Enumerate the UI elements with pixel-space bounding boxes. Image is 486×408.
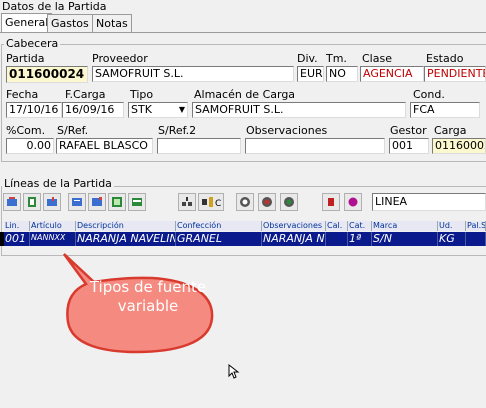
div-field[interactable]: EUR xyxy=(297,66,324,82)
svg-text:C: C xyxy=(215,199,221,208)
cell-lin[interactable]: 001 xyxy=(4,232,30,246)
cell-observaciones[interactable]: NARANJA N xyxy=(262,232,326,246)
col-header-articulo[interactable]: Artículo xyxy=(30,221,76,231)
cell-cal[interactable] xyxy=(326,232,348,246)
estado-label: Estado xyxy=(426,52,464,65)
sort-up-icon[interactable] xyxy=(68,193,86,211)
tab-divider xyxy=(0,32,486,33)
clase-label: Clase xyxy=(362,52,392,65)
tab-notas[interactable]: Notas xyxy=(92,14,132,32)
almacen-label: Almacén de Carga xyxy=(194,88,296,101)
search-field[interactable]: LINEA xyxy=(372,193,486,211)
window-title: Datos de la Partida xyxy=(2,0,107,13)
cell-confeccion[interactable]: GRANEL xyxy=(176,232,262,246)
filter-icon-2[interactable] xyxy=(258,193,276,211)
col-header-confeccion[interactable]: Confección xyxy=(176,221,262,231)
grid-icon[interactable] xyxy=(108,193,126,211)
sort-down-icon[interactable] xyxy=(88,193,106,211)
callout-text: Tipos de fuente variable xyxy=(89,278,207,315)
tm-field[interactable]: NO xyxy=(326,66,358,82)
fcarga-label: F.Carga xyxy=(65,88,106,101)
stop-icon[interactable] xyxy=(322,193,340,211)
col-header-marca[interactable]: Marca xyxy=(372,221,438,231)
cell-marca[interactable]: S/N xyxy=(372,232,438,246)
observaciones-field[interactable] xyxy=(245,138,385,154)
cell-cat[interactable]: 1ª xyxy=(348,232,372,246)
observaciones-label: Observaciones xyxy=(246,124,328,137)
cell-ud[interactable]: KG xyxy=(438,232,466,246)
chevron-down-icon: ▼ xyxy=(178,105,185,114)
col-header-cat[interactable]: Cat. xyxy=(348,221,372,231)
gestor-label: Gestor xyxy=(390,124,427,137)
move-line-icon[interactable]: C xyxy=(198,193,224,211)
pcom-field[interactable]: 0.00 xyxy=(6,138,54,154)
partida-field[interactable]: 011600024 xyxy=(6,66,88,83)
tab-general[interactable]: General xyxy=(1,13,53,32)
col-header-cal[interactable]: Cal. xyxy=(326,221,348,231)
cell-articulo[interactable]: NANNXX xyxy=(30,232,76,246)
cabecera-title: Cabecera xyxy=(4,37,61,50)
col-header-observaciones[interactable]: Observaciones xyxy=(262,221,326,231)
fecha-label: Fecha xyxy=(6,88,39,101)
insert-line-icon[interactable] xyxy=(43,193,61,211)
cell-pals[interactable] xyxy=(466,232,486,246)
sref2-label: S/Ref.2 xyxy=(158,124,197,137)
partida-label: Partida xyxy=(6,52,45,65)
filter-icon-3[interactable] xyxy=(280,193,298,211)
gestor-field[interactable]: 001 xyxy=(389,138,429,154)
tipo-select[interactable]: STK ▼ xyxy=(128,102,188,118)
sref-field[interactable]: RAFAEL BLASCO C xyxy=(56,138,153,154)
fecha-field[interactable]: 17/10/16 xyxy=(6,102,62,118)
tipo-label: Tipo xyxy=(130,88,154,101)
col-header-ud[interactable]: Ud. xyxy=(438,221,466,231)
estado-field[interactable]: PENDIENTE xyxy=(424,66,486,82)
cond-label: Cond. xyxy=(413,88,445,101)
div-label: Div. xyxy=(297,52,318,65)
proveedor-field[interactable]: SAMOFRUIT S.L. xyxy=(92,66,294,82)
col-header-pals[interactable]: Pal.S xyxy=(466,221,486,231)
sref2-field[interactable] xyxy=(157,138,241,154)
tab-gastos[interactable]: Gastos xyxy=(47,14,93,32)
add-line-icon[interactable] xyxy=(3,193,21,211)
col-header-lin[interactable]: Lin. xyxy=(4,221,30,231)
tm-label: Tm. xyxy=(326,52,347,65)
mouse-cursor-icon xyxy=(228,364,240,379)
fcarga-field[interactable]: 16/09/16 xyxy=(62,102,124,118)
record-icon[interactable] xyxy=(344,193,362,211)
carga-label: Carga xyxy=(434,124,467,137)
sheet-icon[interactable] xyxy=(128,193,146,211)
tree-icon[interactable] xyxy=(178,193,196,211)
cond-field[interactable]: FCA xyxy=(410,102,480,118)
tipo-value: STK xyxy=(131,103,152,116)
pcom-label: %Com. xyxy=(6,124,46,137)
cell-descripcion[interactable]: NARANJA NAVELIN xyxy=(76,232,176,246)
copy-line-icon[interactable] xyxy=(23,193,41,211)
proveedor-label: Proveedor xyxy=(92,52,148,65)
filter-icon-1[interactable] xyxy=(236,193,254,211)
carga-field[interactable]: 01160002 xyxy=(432,138,486,154)
col-header-descripcion[interactable]: Descripción xyxy=(76,221,176,231)
lineas-title: Líneas de la Partida xyxy=(2,177,114,190)
clase-field[interactable]: AGENCIA xyxy=(360,66,424,82)
almacen-field[interactable]: SAMOFRUIT S.L. xyxy=(192,102,406,118)
sref-label: S/Ref. xyxy=(57,124,89,137)
